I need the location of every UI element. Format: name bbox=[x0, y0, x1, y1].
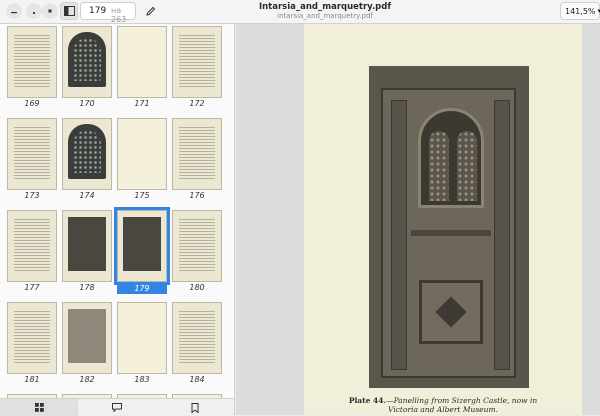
sidebar-tabs bbox=[0, 398, 235, 416]
header-bar: 179 на 263 Intarsia_and_marquetry.pdf in… bbox=[0, 0, 600, 24]
bookmark-icon bbox=[191, 402, 199, 413]
thumbnail-text-lines bbox=[14, 127, 50, 181]
caption-text: —Panelling from Sizergh Castle, now in bbox=[386, 396, 538, 405]
annotations-tab[interactable] bbox=[78, 399, 156, 416]
annotate-pencil-icon bbox=[145, 6, 155, 16]
page-thumbnail[interactable] bbox=[117, 302, 167, 374]
page-number-label: 173 bbox=[24, 191, 40, 200]
bookmarks-tab[interactable] bbox=[156, 399, 234, 416]
document-title: Intarsia_and_marquetry.pdf bbox=[258, 2, 392, 12]
window-menu-button[interactable] bbox=[26, 3, 42, 19]
page-thumbnail[interactable] bbox=[7, 210, 57, 282]
page-number-label: 174 bbox=[79, 191, 95, 200]
comment-icon bbox=[112, 403, 122, 412]
page-thumbnail[interactable] bbox=[172, 210, 222, 282]
thumbnail-text-lines bbox=[179, 219, 215, 273]
thumbnail-picture bbox=[123, 217, 161, 271]
thumbnail-text-lines bbox=[14, 219, 50, 273]
current-page-input[interactable]: 179 bbox=[89, 6, 106, 16]
page-thumbnail[interactable] bbox=[114, 207, 170, 285]
right-pillar bbox=[494, 100, 510, 370]
page-number-label: 176 bbox=[189, 191, 205, 200]
carved-arch bbox=[418, 108, 484, 208]
plate-caption: Plate 44.—Panelling from Sizergh Castle,… bbox=[304, 396, 582, 405]
zoom-selector[interactable]: 141,5% ▾ bbox=[560, 2, 600, 20]
sidebar-toggle-icon bbox=[63, 6, 75, 16]
window-title: Intarsia_and_marquetry.pdf intarsia_and_… bbox=[225, 2, 425, 21]
thumbnail-text-lines bbox=[179, 127, 215, 181]
minimize-button[interactable] bbox=[6, 3, 22, 19]
document-viewer-window: 179 на 263 Intarsia_and_marquetry.pdf in… bbox=[0, 0, 600, 416]
thumbnails-tab[interactable] bbox=[0, 399, 78, 416]
document-page: Plate 44.—Panelling from Sizergh Castle,… bbox=[304, 24, 582, 415]
page-thumbnail[interactable] bbox=[7, 302, 57, 374]
page-thumbnail[interactable] bbox=[62, 118, 112, 190]
close-button[interactable] bbox=[42, 3, 58, 19]
thumbnail-picture bbox=[68, 217, 106, 271]
carved-frieze bbox=[411, 230, 491, 236]
page-thumbnail[interactable] bbox=[62, 302, 112, 374]
page-number-label: 181 bbox=[24, 375, 40, 384]
page-number-label: 184 bbox=[189, 375, 205, 384]
arch-left-panel bbox=[429, 131, 449, 201]
page-number-label: 183 bbox=[134, 375, 150, 384]
thumbnail-picture bbox=[68, 309, 106, 363]
page-thumbnail[interactable] bbox=[172, 118, 222, 190]
thumbnail-text-lines bbox=[14, 35, 50, 89]
thumbnail-ornament-image bbox=[68, 124, 106, 179]
inlaid-panel bbox=[419, 280, 483, 344]
document-subtitle: intarsia_and_marquetry.pdf bbox=[277, 12, 373, 20]
plate-photograph bbox=[369, 66, 529, 388]
thumbnail-ornament-image bbox=[68, 32, 106, 87]
minimize-icon bbox=[11, 12, 17, 14]
zoom-value: 141,5% bbox=[565, 6, 596, 16]
page-number-field[interactable]: 179 на 263 bbox=[80, 2, 136, 24]
page-thumbnail[interactable] bbox=[7, 118, 57, 190]
thumbnail-text-lines bbox=[14, 311, 50, 365]
page-number-label: 182 bbox=[79, 375, 95, 384]
page-thumbnail[interactable] bbox=[172, 302, 222, 374]
page-thumbnail[interactable] bbox=[7, 26, 57, 98]
thumbnail-text-lines bbox=[179, 311, 215, 365]
page-number-label: 180 bbox=[189, 283, 205, 292]
dot-icon bbox=[32, 11, 36, 15]
annotate-button[interactable] bbox=[140, 2, 160, 20]
page-number-label: 175 bbox=[134, 191, 150, 200]
page-number-label: 172 bbox=[189, 99, 205, 108]
panelled-door-image bbox=[381, 88, 516, 378]
page-total-label: на 263 bbox=[111, 6, 127, 24]
grid-icon bbox=[34, 403, 44, 412]
page-thumbnail[interactable] bbox=[117, 26, 167, 98]
page-thumbnail[interactable] bbox=[172, 26, 222, 98]
thumbnail-text-lines bbox=[179, 35, 215, 89]
close-icon bbox=[48, 9, 52, 13]
arch-right-panel bbox=[457, 131, 477, 201]
thumbnail-sidebar[interactable]: 169 170 171 172 173 174 175 176 177 178 179 180 181 1… bbox=[0, 24, 235, 398]
page-thumbnail[interactable] bbox=[62, 26, 112, 98]
page-number-label: 169 bbox=[24, 99, 40, 108]
caption-label: Plate 44. bbox=[348, 396, 387, 405]
page-number-label: 178 bbox=[79, 283, 95, 292]
page-number-label: 177 bbox=[24, 283, 40, 292]
sidebar-toggle-button[interactable] bbox=[60, 2, 78, 20]
plate-caption-line2: Victoria and Albert Museum. bbox=[304, 405, 582, 414]
document-view[interactable]: Plate 44.—Panelling from Sizergh Castle,… bbox=[236, 24, 600, 415]
page-number-label: 179 bbox=[117, 283, 167, 294]
page-thumbnail[interactable] bbox=[62, 210, 112, 282]
page-thumbnail[interactable] bbox=[117, 118, 167, 190]
page-number-label: 170 bbox=[79, 99, 95, 108]
caption-text-2: Victoria and Albert Museum. bbox=[388, 405, 498, 414]
left-pillar bbox=[391, 100, 407, 370]
page-number-label: 171 bbox=[134, 99, 150, 108]
